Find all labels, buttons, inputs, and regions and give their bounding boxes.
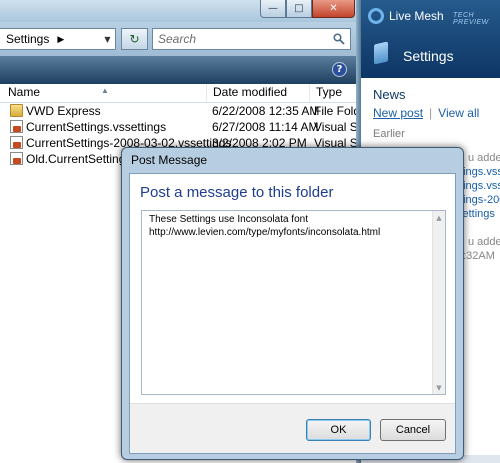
activity-text: u added xyxy=(468,152,500,164)
folder-icon xyxy=(10,104,23,117)
link-separator: | xyxy=(429,106,433,120)
close-icon: ✕ xyxy=(329,3,338,14)
column-header-row: Name ▲ Date modified Type xyxy=(0,84,361,103)
view-all-link[interactable]: View all xyxy=(438,106,479,120)
file-date: 6/22/2008 12:35 AM xyxy=(212,104,320,118)
dialog-body: Post a message to this folder These Sett… xyxy=(129,173,456,454)
minimize-button[interactable]: — xyxy=(260,0,286,18)
maximize-button[interactable]: □ xyxy=(286,0,312,18)
search-input[interactable] xyxy=(158,32,323,46)
news-heading: News xyxy=(373,87,406,102)
address-bar-row: Settings ▶ ▼ ↻ xyxy=(0,22,361,56)
live-mesh-logo-icon xyxy=(368,8,384,24)
file-type: File Folder xyxy=(314,104,361,118)
explorer-titlebar[interactable]: — □ ✕ xyxy=(0,0,361,22)
address-dropdown-icon[interactable]: ▼ xyxy=(99,28,116,50)
file-type: Visual Stu xyxy=(314,120,361,134)
live-mesh-header: Live Mesh TECH PREVIEW Settings xyxy=(361,0,500,78)
maximize-icon: □ xyxy=(294,3,304,14)
mesh-panel-title: Settings xyxy=(403,48,454,64)
mesh-folder-icon xyxy=(374,41,388,65)
search-box[interactable] xyxy=(152,28,351,50)
dialog-button-strip: OK Cancel xyxy=(130,403,455,453)
file-date: 6/27/2008 11:14 AM xyxy=(212,120,319,134)
post-message-dialog: Post Message Post a message to this fold… xyxy=(121,147,464,460)
live-mesh-title: Live Mesh xyxy=(389,9,444,23)
message-textarea[interactable]: These Settings use Inconsolata font http… xyxy=(141,210,446,395)
window-controls: — □ ✕ xyxy=(260,0,355,18)
vssettings-file-icon xyxy=(10,120,23,133)
close-button[interactable]: ✕ xyxy=(312,0,355,18)
column-name-label: Name xyxy=(8,85,41,99)
help-icon[interactable]: ? xyxy=(332,62,347,77)
file-row[interactable]: CurrentSettings.vssettings 6/27/2008 11:… xyxy=(0,119,361,135)
tech-preview-tag: TECH PREVIEW xyxy=(453,12,489,26)
file-row[interactable]: VWD Express 6/22/2008 12:35 AM File Fold… xyxy=(0,103,361,119)
column-header-date-modified[interactable]: Date modified xyxy=(207,84,310,103)
minimize-icon: — xyxy=(268,3,278,14)
column-header-type[interactable]: Type xyxy=(310,84,361,103)
breadcrumb-arrow-icon[interactable]: ▶ xyxy=(57,34,64,45)
command-toolbar: ? xyxy=(0,56,361,84)
scroll-down-icon[interactable]: ▼ xyxy=(433,381,445,394)
cancel-button[interactable]: Cancel xyxy=(380,419,446,441)
vssettings-file-icon xyxy=(10,152,23,165)
refresh-icon: ↻ xyxy=(129,32,140,46)
message-text[interactable]: These Settings use Inconsolata font http… xyxy=(149,213,429,239)
new-post-link[interactable]: New post xyxy=(373,106,423,120)
search-icon[interactable] xyxy=(333,33,345,45)
dialog-title: Post Message xyxy=(131,153,208,167)
vssettings-file-icon xyxy=(10,136,23,149)
message-scrollbar[interactable]: ▲ ▼ xyxy=(432,211,445,394)
activity-text: u added xyxy=(468,236,500,248)
ok-button[interactable]: OK xyxy=(306,419,371,441)
scroll-up-icon[interactable]: ▲ xyxy=(433,211,445,224)
refresh-button[interactable]: ↻ xyxy=(121,28,148,50)
sort-ascending-icon: ▲ xyxy=(101,86,109,95)
file-name: CurrentSettings.vssettings xyxy=(26,120,167,134)
dialog-heading: Post a message to this folder xyxy=(140,184,334,201)
column-header-name[interactable]: Name ▲ xyxy=(0,84,207,103)
file-name: VWD Express xyxy=(26,104,101,118)
news-links: New post | View all xyxy=(373,106,479,120)
earlier-label: Earlier xyxy=(373,128,405,140)
breadcrumb-settings[interactable]: Settings xyxy=(6,32,49,46)
